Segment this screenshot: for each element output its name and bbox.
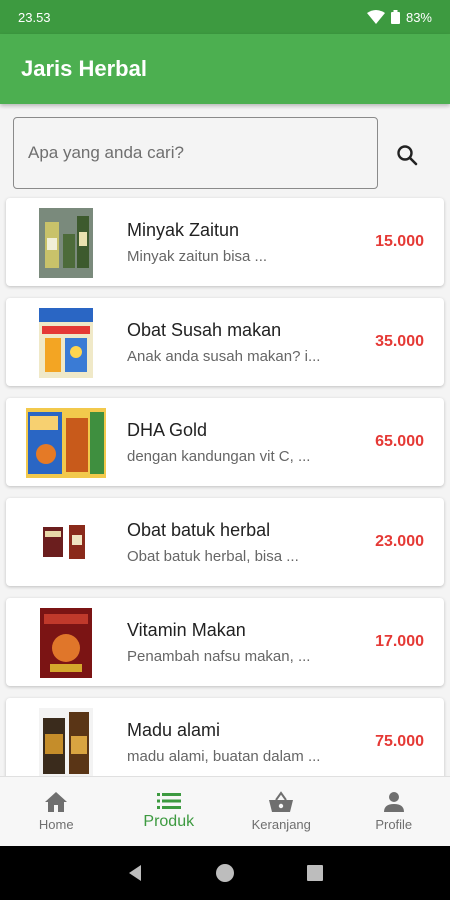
product-price: 35.000 bbox=[375, 333, 424, 350]
battery-icon bbox=[390, 10, 400, 24]
wifi-icon bbox=[366, 10, 385, 24]
product-card[interactable]: Madu alami madu alami, buatan dalam ... … bbox=[6, 698, 444, 776]
product-image bbox=[26, 308, 106, 378]
person-icon bbox=[383, 792, 404, 812]
product-price: 65.000 bbox=[375, 433, 424, 450]
recents-icon[interactable] bbox=[305, 863, 325, 883]
product-name: Obat Susah makan bbox=[127, 320, 282, 340]
basket-icon bbox=[269, 791, 294, 812]
product-desc: dengan kandungan vit C, ... bbox=[127, 448, 311, 465]
product-name: Vitamin Makan bbox=[127, 620, 246, 640]
product-desc: Anak anda susah makan? i... bbox=[127, 348, 321, 365]
nav-home-label: Home bbox=[38, 817, 74, 832]
product-card[interactable]: Obat Susah makan Anak anda susah makan? … bbox=[6, 298, 444, 386]
nav-produk[interactable]: Produk bbox=[113, 777, 226, 846]
nav-profile-label: Profile bbox=[375, 817, 413, 832]
status-bar: 23.53 83% bbox=[0, 0, 450, 34]
product-image bbox=[26, 408, 106, 478]
product-price: 15.000 bbox=[375, 233, 424, 250]
app-bar: Jaris Herbal bbox=[0, 34, 450, 104]
product-name: Madu alami bbox=[127, 720, 221, 740]
nav-home[interactable]: Home bbox=[0, 777, 113, 846]
product-image bbox=[26, 208, 106, 278]
product-list[interactable]: Minyak Zaitun Minyak zaitun bisa ... 15.… bbox=[0, 196, 450, 776]
product-card[interactable]: Obat batuk herbal Obat batuk herbal, bis… bbox=[6, 498, 444, 586]
search-icon bbox=[397, 145, 418, 166]
product-desc: Minyak zaitun bisa ... bbox=[127, 248, 268, 265]
product-price: 75.000 bbox=[375, 733, 424, 750]
search-area bbox=[0, 104, 450, 196]
status-time: 23.53 bbox=[18, 9, 51, 25]
product-card[interactable]: Vitamin Makan Penambah nafsu makan, ... … bbox=[6, 598, 444, 686]
product-image bbox=[26, 608, 106, 678]
product-name: Obat batuk herbal bbox=[127, 520, 271, 540]
search-button[interactable] bbox=[392, 140, 422, 170]
system-nav-bar bbox=[0, 846, 450, 900]
product-desc: madu alami, buatan dalam ... bbox=[127, 748, 321, 765]
nav-produk-label: Produk bbox=[143, 812, 195, 830]
product-desc: Obat batuk herbal, bisa ... bbox=[127, 548, 299, 565]
nav-keranjang-label: Keranjang bbox=[251, 817, 311, 832]
app-title: Jaris Herbal bbox=[21, 56, 147, 81]
product-card[interactable]: DHA Gold dengan kandungan vit C, ... 65.… bbox=[6, 398, 444, 486]
status-icons: 83% bbox=[366, 9, 432, 25]
product-price: 23.000 bbox=[375, 533, 424, 550]
list-icon bbox=[156, 792, 181, 809]
product-card[interactable]: Minyak Zaitun Minyak zaitun bisa ... 15.… bbox=[6, 198, 444, 286]
product-image bbox=[26, 708, 106, 776]
battery-percent: 83% bbox=[405, 9, 432, 25]
nav-profile[interactable]: Profile bbox=[338, 777, 450, 846]
bottom-nav: Home Produk Keranjang Profile bbox=[0, 776, 450, 846]
product-price: 17.000 bbox=[375, 633, 424, 650]
product-name: Minyak Zaitun bbox=[127, 220, 240, 240]
search-input[interactable] bbox=[28, 143, 377, 163]
home-circle-icon[interactable] bbox=[215, 863, 235, 883]
product-name: DHA Gold bbox=[127, 420, 208, 440]
product-desc: Penambah nafsu makan, ... bbox=[127, 648, 311, 665]
home-icon bbox=[45, 792, 68, 812]
search-field[interactable] bbox=[13, 117, 378, 189]
product-image bbox=[26, 508, 106, 578]
nav-keranjang[interactable]: Keranjang bbox=[225, 777, 338, 846]
back-icon[interactable] bbox=[125, 863, 145, 883]
